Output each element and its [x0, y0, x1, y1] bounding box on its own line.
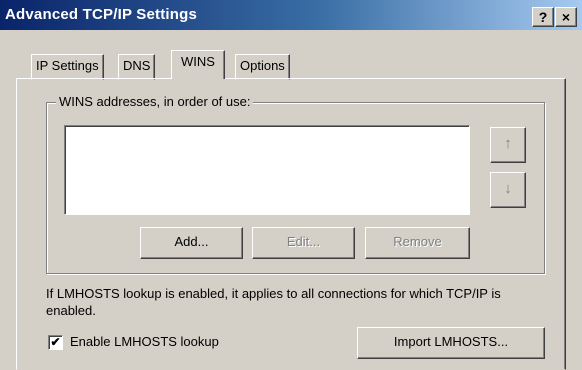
add-button-label: Add... — [174, 234, 209, 249]
up-arrow-icon: ↑ — [504, 135, 512, 152]
move-up-button[interactable]: ↑ — [490, 127, 526, 163]
import-lmhosts-button[interactable]: Import LMHOSTS... — [357, 327, 545, 359]
edit-button-label: Edit... — [286, 234, 321, 249]
import-lmhosts-label: Import LMHOSTS... — [393, 334, 509, 349]
remove-button-label: Remove — [393, 234, 442, 249]
wins-address-list[interactable] — [64, 125, 470, 215]
tab-ip-settings[interactable]: IP Settings — [31, 54, 104, 80]
enable-lmhosts-checkbox[interactable]: ✔ — [48, 335, 63, 350]
move-down-button[interactable]: ↓ — [490, 172, 526, 208]
wins-group-label: WINS addresses, in order of use: — [56, 94, 254, 109]
window-title: Advanced TCP/IP Settings — [5, 6, 198, 23]
tab-options[interactable]: Options — [235, 54, 290, 80]
remove-button[interactable]: Remove — [365, 227, 470, 259]
add-button[interactable]: Add... — [140, 227, 243, 259]
close-button[interactable]: × — [555, 7, 577, 27]
advanced-tcpip-dialog: Advanced TCP/IP Settings ? × IP Settings… — [0, 0, 582, 370]
tab-dns[interactable]: DNS — [118, 54, 156, 80]
down-arrow-icon: ↓ — [504, 180, 512, 197]
tab-wins[interactable]: WINS — [171, 50, 225, 79]
checkmark-icon: ✔ — [50, 335, 61, 349]
title-bar[interactable]: Advanced TCP/IP Settings ? × — [0, 0, 582, 30]
enable-lmhosts-label[interactable]: Enable LMHOSTS lookup — [70, 334, 219, 349]
edit-button[interactable]: Edit... — [252, 227, 355, 259]
help-button[interactable]: ? — [532, 7, 554, 27]
lmhosts-info-text: If LMHOSTS lookup is enabled, it applies… — [46, 286, 501, 318]
